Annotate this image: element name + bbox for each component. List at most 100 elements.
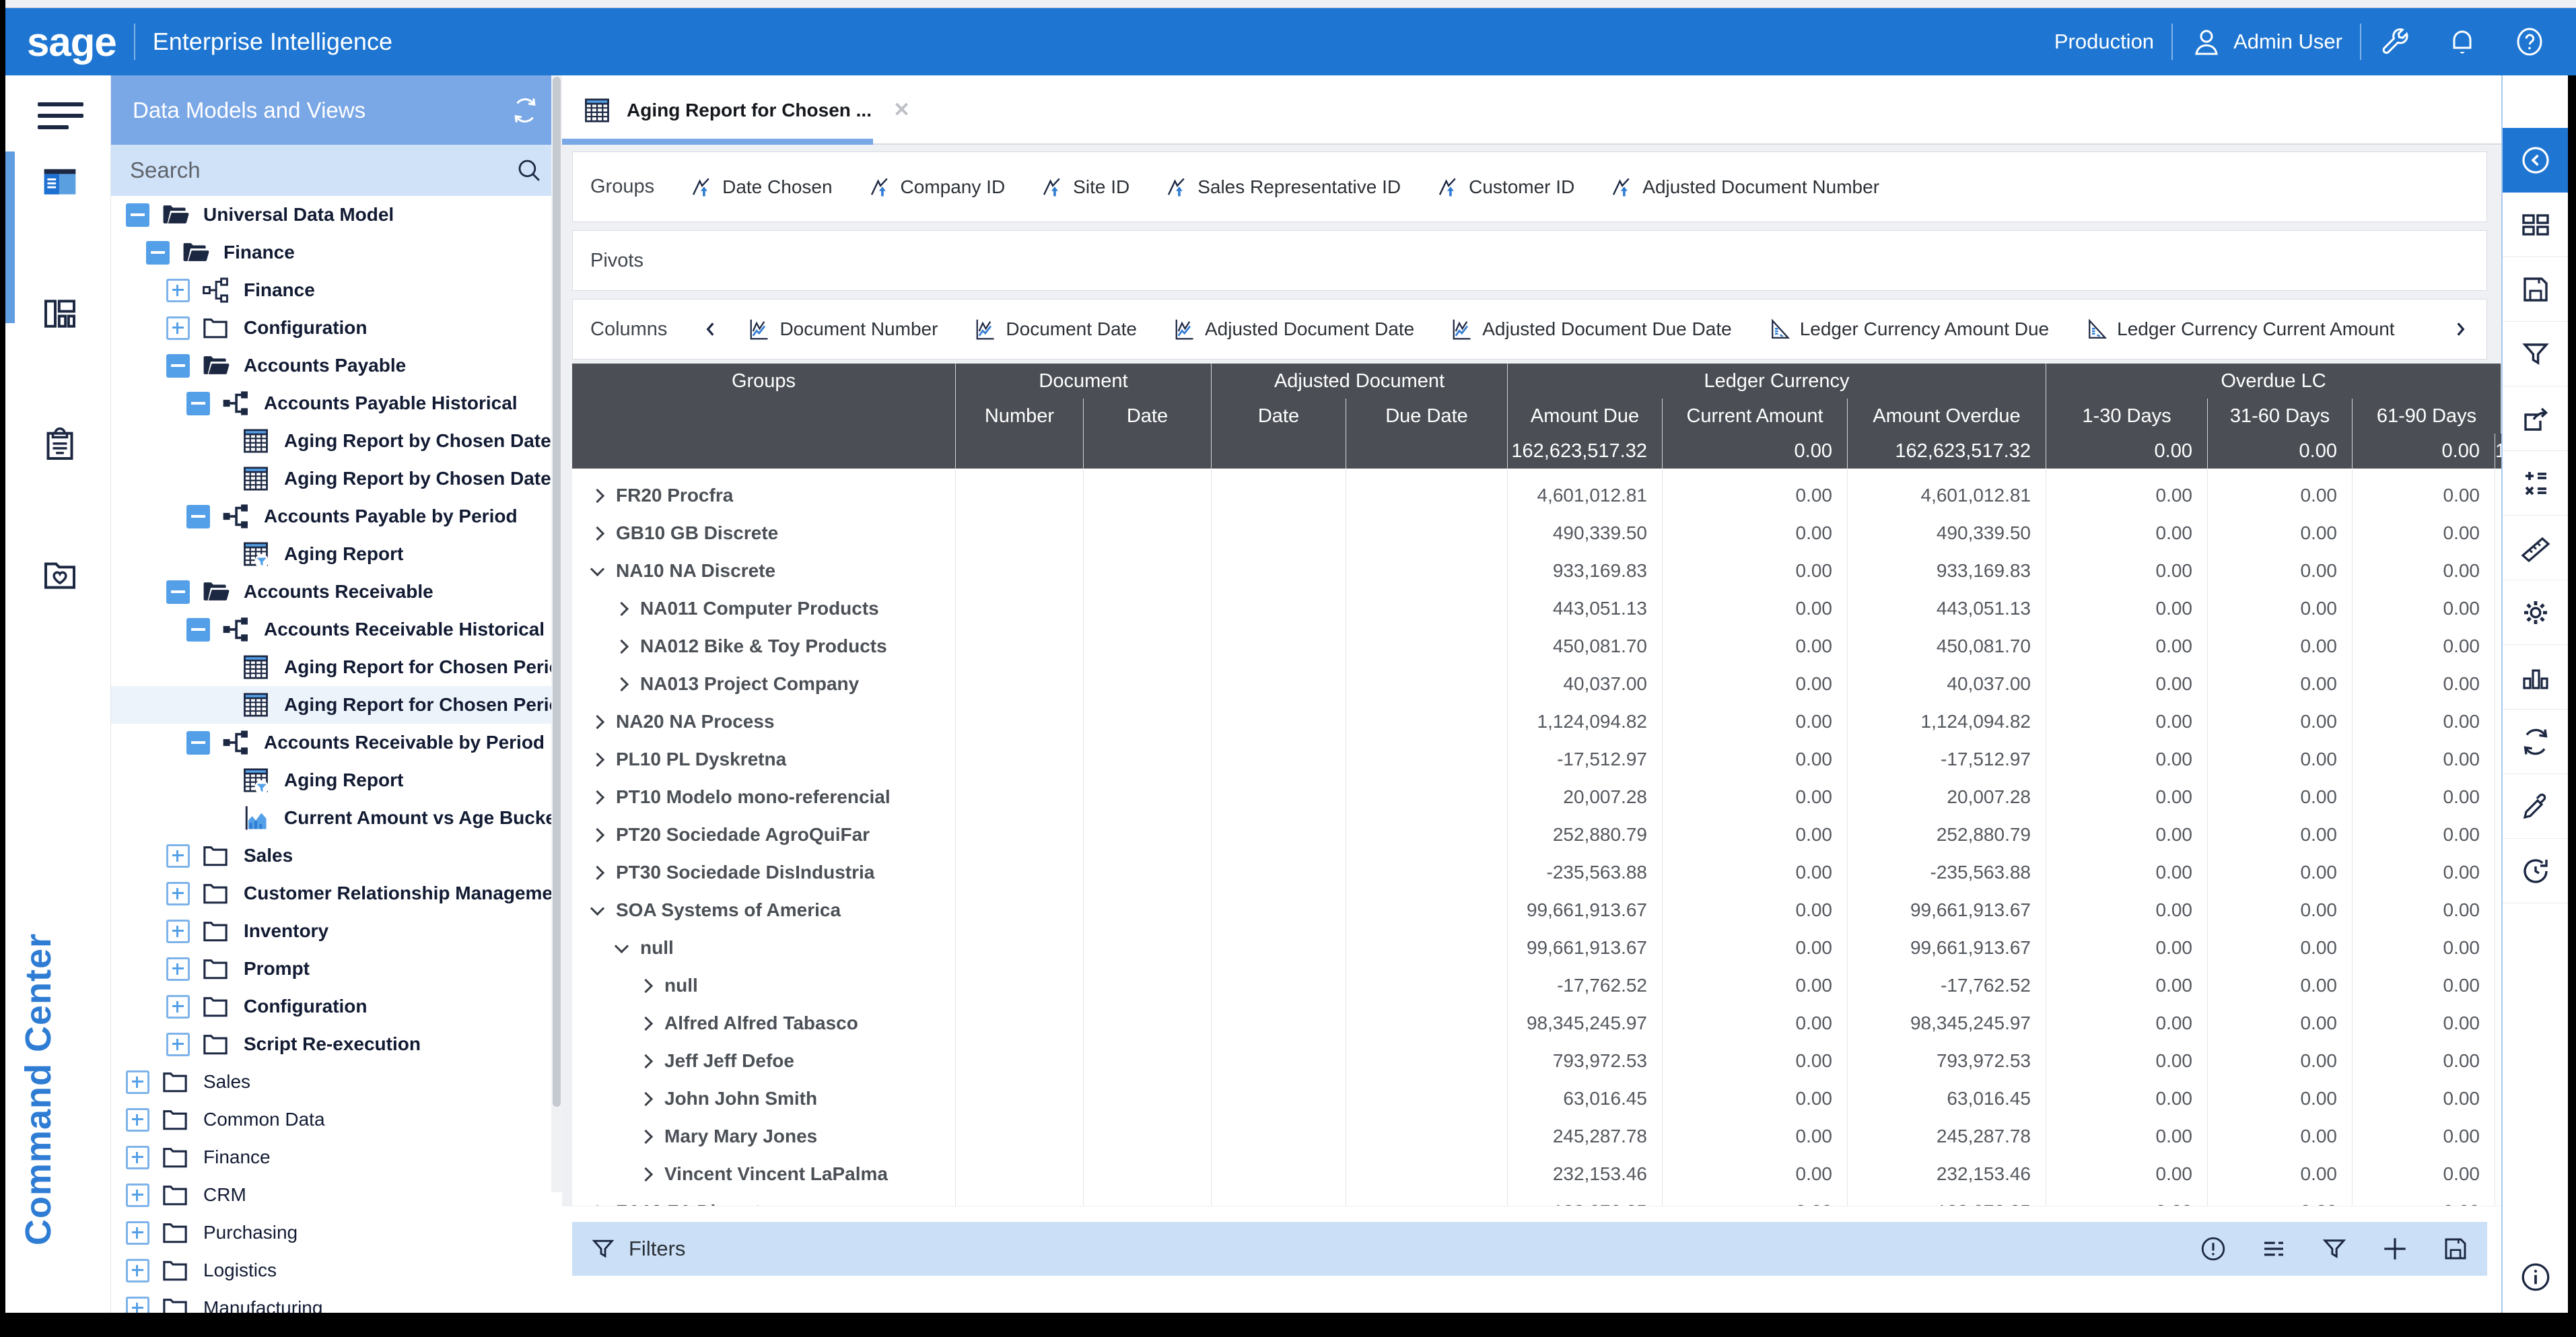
add-icon[interactable] xyxy=(2381,1235,2409,1263)
rail-button-export[interactable] xyxy=(2503,386,2568,451)
tree-item-sales[interactable]: Sales xyxy=(111,837,562,875)
expand-toggle[interactable] xyxy=(126,1108,149,1132)
tree-item-universal-data-model[interactable]: Universal Data Model xyxy=(111,196,562,234)
column-chip-ledger-currency-amount[interactable]: Ledger Currency Amount xyxy=(2430,317,2431,341)
wrench-icon[interactable] xyxy=(2379,26,2411,58)
group-name[interactable]: NA011 Computer Products xyxy=(640,598,879,619)
column-chip-ledger-currency-amount-due[interactable]: Ledger Currency Amount Due xyxy=(1767,317,2049,341)
expand-row-icon[interactable] xyxy=(639,1016,653,1030)
expand-row-icon[interactable] xyxy=(590,1204,604,1206)
tree-item-crm[interactable]: CRM xyxy=(111,1176,562,1214)
group-name[interactable]: SOA Systems of America xyxy=(616,899,841,921)
group-name[interactable]: Mary Mary Jones xyxy=(664,1126,817,1147)
filter-icon[interactable] xyxy=(2320,1235,2348,1263)
expand-row-icon[interactable] xyxy=(590,488,604,502)
tree-item-prompt[interactable]: Prompt xyxy=(111,950,562,988)
refresh-icon[interactable] xyxy=(510,95,541,126)
expand-row-icon[interactable] xyxy=(615,601,629,615)
save-icon[interactable] xyxy=(2441,1235,2470,1263)
group-name[interactable]: null xyxy=(640,937,674,959)
expand-toggle[interactable] xyxy=(166,279,190,302)
group-name[interactable]: PT10 Modelo mono-referencial xyxy=(616,786,891,808)
tree-item-accounts-receivable-historical[interactable]: Accounts Receivable Historical xyxy=(111,611,562,648)
expand-toggle[interactable] xyxy=(126,1146,149,1169)
collapse-toggle[interactable] xyxy=(186,618,210,642)
tree-item-manufacturing[interactable]: Manufacturing xyxy=(111,1289,562,1313)
expand-toggle[interactable] xyxy=(126,1070,149,1094)
rail-button-history[interactable] xyxy=(2503,839,2568,903)
collapse-row-icon[interactable] xyxy=(590,901,604,915)
rail-button-layout-grid[interactable] xyxy=(2503,193,2568,257)
tree-item-configuration[interactable]: Configuration xyxy=(111,309,562,347)
expand-toggle[interactable] xyxy=(166,882,190,905)
expand-toggle[interactable] xyxy=(126,1259,149,1282)
column-header-1-30-days[interactable]: 1-30 Days xyxy=(2046,399,2208,434)
tree-scrollbar-thumb[interactable] xyxy=(553,77,561,1107)
group-name[interactable]: PL10 PL Dyskretna xyxy=(616,749,786,770)
column-group-document[interactable]: Document xyxy=(956,364,1212,399)
column-header-number[interactable]: Number xyxy=(956,399,1084,434)
group-chip-company-id[interactable]: Company ID xyxy=(868,175,1006,199)
collapse-row-icon[interactable] xyxy=(590,561,604,576)
rail-button-settings[interactable] xyxy=(2503,580,2568,645)
collapse-toggle[interactable] xyxy=(166,354,190,378)
column-group-ledger-currency[interactable]: Ledger Currency xyxy=(1508,364,2046,399)
group-chip-site-id[interactable]: Site ID xyxy=(1040,175,1129,199)
tree-item-configuration[interactable]: Configuration xyxy=(111,988,562,1025)
collapse-toggle[interactable] xyxy=(146,241,170,265)
tree-item-finance[interactable]: Finance xyxy=(111,234,562,271)
collapse-row-icon[interactable] xyxy=(615,938,629,953)
rail-button-collapse-panel[interactable] xyxy=(2503,128,2568,193)
expand-toggle[interactable] xyxy=(166,957,190,981)
tree-item-accounts-payable-historical[interactable]: Accounts Payable Historical xyxy=(111,384,562,422)
user-menu[interactable]: Admin User xyxy=(2190,26,2342,58)
column-header-date[interactable]: Date xyxy=(1084,399,1212,434)
group-name[interactable]: PT30 Sociedade DisIndustria xyxy=(616,862,874,883)
tree-item-customer-relationship-management[interactable]: Customer Relationship Management xyxy=(111,875,562,912)
column-chip-ledger-currency-current-amount[interactable]: Ledger Currency Current Amount xyxy=(2084,317,2394,341)
expand-row-icon[interactable] xyxy=(590,827,604,842)
expand-toggle[interactable] xyxy=(166,920,190,943)
search-input[interactable] xyxy=(130,158,515,183)
column-chip-document-date[interactable]: Document Date xyxy=(973,317,1137,341)
column-chip-document-number[interactable]: Document Number xyxy=(746,317,938,341)
expand-row-icon[interactable] xyxy=(615,639,629,653)
collapse-toggle[interactable] xyxy=(166,580,190,604)
rail-button-save[interactable] xyxy=(2503,257,2568,322)
expand-toggle[interactable] xyxy=(126,1184,149,1207)
expand-toggle[interactable] xyxy=(126,1221,149,1245)
list-icon[interactable] xyxy=(2260,1235,2288,1263)
group-name[interactable]: PT20 Sociedade AgroQuiFar xyxy=(616,824,870,846)
tree-item-sales[interactable]: Sales xyxy=(111,1063,562,1101)
expand-row-icon[interactable] xyxy=(590,790,604,804)
group-name[interactable]: Alfred Alfred Tabasco xyxy=(664,1013,858,1034)
group-name[interactable]: Vincent Vincent LaPalma xyxy=(664,1163,888,1185)
tree-scrollbar[interactable] xyxy=(551,75,562,1192)
rail-button-ruler[interactable] xyxy=(2503,516,2568,580)
bell-icon[interactable] xyxy=(2446,26,2478,58)
tree-item-finance[interactable]: Finance xyxy=(111,271,562,309)
expand-row-icon[interactable] xyxy=(639,1167,653,1181)
tree-item-purchasing[interactable]: Purchasing xyxy=(111,1214,562,1252)
group-name[interactable]: GB10 GB Discrete xyxy=(616,522,778,544)
tree-item-finance[interactable]: Finance xyxy=(111,1138,562,1176)
column-header-amount-due[interactable]: Amount Due xyxy=(1508,399,1663,434)
column-header-61-90-days[interactable]: 61-90 Days xyxy=(2353,399,2501,434)
collapse-toggle[interactable] xyxy=(186,392,210,415)
tree-item-aging-report-for-chosen-period-tc[interactable]: Aging Report for Chosen Period TC xyxy=(111,648,562,686)
group-chip-adjusted-document-number[interactable]: Adjusted Document Number xyxy=(1609,175,1879,199)
column-group-adjusted-document[interactable]: Adjusted Document xyxy=(1212,364,1508,399)
rail-button-bar-chart[interactable] xyxy=(2503,645,2568,710)
rail-button-filter[interactable] xyxy=(2503,322,2568,386)
expand-row-icon[interactable] xyxy=(639,1054,653,1068)
rail-button-refresh[interactable] xyxy=(2503,710,2568,774)
group-name[interactable]: NA10 NA Discrete xyxy=(616,560,775,582)
layouts-icon[interactable] xyxy=(39,295,81,333)
tree-item-accounts-payable-by-period[interactable]: Accounts Payable by Period xyxy=(111,498,562,535)
tree-item-current-amount-vs-age-buckets[interactable]: Current Amount vs Age Buckets xyxy=(111,799,562,837)
group-chip-sales-representative-id[interactable]: Sales Representative ID xyxy=(1164,175,1401,199)
chevron-right-icon[interactable] xyxy=(2451,320,2469,338)
tree-item-accounts-receivable[interactable]: Accounts Receivable xyxy=(111,573,562,611)
column-header-current-amount[interactable]: Current Amount xyxy=(1663,399,1848,434)
expand-row-icon[interactable] xyxy=(590,865,604,879)
